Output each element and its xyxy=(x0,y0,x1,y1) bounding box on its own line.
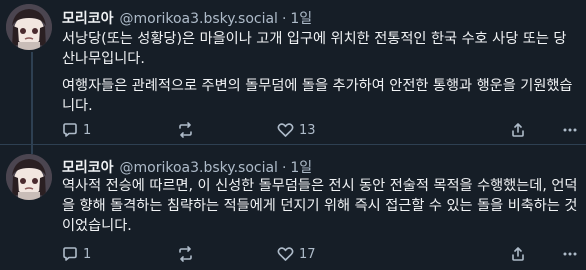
post-header: 모리코아 @morikoa3.bsky.social · 1일 xyxy=(62,8,312,28)
ellipsis-icon xyxy=(563,252,577,256)
post-actions: 1 17 xyxy=(62,245,578,263)
post-text: 서낭당(또는 성황당)은 마을이나 고개 입구에 위치한 전통적인 한국 수호 … xyxy=(62,29,578,116)
share-icon xyxy=(512,123,524,137)
share-icon xyxy=(512,247,524,261)
heart-icon xyxy=(277,123,294,137)
share-button[interactable] xyxy=(510,246,526,262)
reply-count: 1 xyxy=(83,246,92,262)
post-timestamp[interactable]: 1일 xyxy=(290,157,312,177)
repost-button[interactable] xyxy=(177,246,199,262)
author-name[interactable]: 모리코아 xyxy=(62,8,114,28)
post-header: 모리코아 @morikoa3.bsky.social · 1일 xyxy=(62,157,312,177)
post-text: 역사적 전승에 따르면, 이 신성한 돌무덤들은 전시 동안 전술적 목적을 수… xyxy=(62,176,578,236)
repost-arrows-icon xyxy=(179,122,192,138)
avatar[interactable] xyxy=(6,4,52,50)
post-paragraph: 서낭당(또는 성황당)은 마을이나 고개 입구에 위치한 전통적인 한국 수호 … xyxy=(62,31,567,67)
like-button[interactable]: 13 xyxy=(277,122,316,138)
author-handle[interactable]: @morikoa3.bsky.social xyxy=(120,11,278,27)
post-actions: 1 13 xyxy=(62,121,578,139)
speech-bubble-icon xyxy=(63,247,77,261)
like-button[interactable]: 17 xyxy=(277,246,316,262)
post-paragraph: 역사적 전승에 따르면, 이 신성한 돌무덤들은 전시 동안 전술적 목적을 수… xyxy=(62,178,578,234)
repost-button[interactable] xyxy=(177,122,199,138)
author-name[interactable]: 모리코아 xyxy=(62,157,114,177)
repost-arrows-icon xyxy=(179,246,192,262)
reply-button[interactable]: 1 xyxy=(62,122,91,138)
share-button[interactable] xyxy=(510,122,526,138)
separator-dot: · xyxy=(281,160,287,176)
reply-count: 1 xyxy=(83,122,92,138)
speech-bubble-icon xyxy=(63,123,77,137)
post-timestamp[interactable]: 1일 xyxy=(290,8,312,28)
post[interactable]: 모리코아 @morikoa3.bsky.social · 1일 서낭당(또는 성… xyxy=(0,0,586,144)
more-options-button[interactable] xyxy=(562,246,578,262)
avatar[interactable] xyxy=(6,154,52,200)
like-count: 17 xyxy=(299,246,316,262)
separator-dot: · xyxy=(281,11,287,27)
ellipsis-icon xyxy=(563,128,577,132)
author-handle[interactable]: @morikoa3.bsky.social xyxy=(120,160,278,176)
heart-icon xyxy=(277,247,294,261)
reply-button[interactable]: 1 xyxy=(62,246,91,262)
post[interactable]: 모리코아 @morikoa3.bsky.social · 1일 역사적 전승에 … xyxy=(0,145,586,270)
post-paragraph: 여행자들은 관례적으로 주변의 돌무덤에 돌을 추가하여 안전한 통행과 행운을… xyxy=(62,78,573,114)
like-count: 13 xyxy=(299,122,316,138)
more-options-button[interactable] xyxy=(562,122,578,138)
